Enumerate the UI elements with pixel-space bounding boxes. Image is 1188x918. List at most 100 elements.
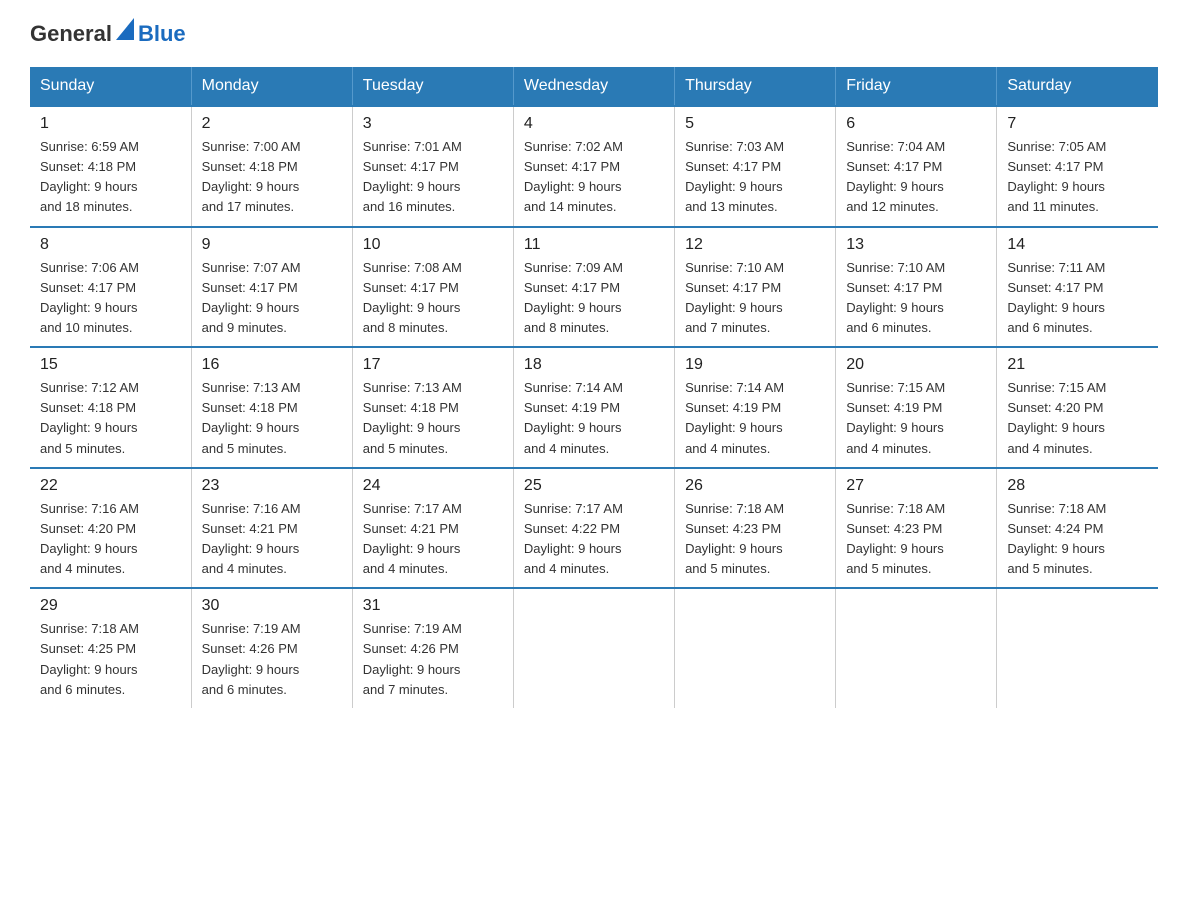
day-number: 25 [524, 477, 664, 495]
calendar-cell: 18 Sunrise: 7:14 AMSunset: 4:19 PMDayligh… [513, 347, 674, 468]
logo-triangle-icon [116, 18, 134, 40]
calendar-cell: 21 Sunrise: 7:15 AMSunset: 4:20 PMDayligh… [997, 347, 1158, 468]
calendar-cell: 31 Sunrise: 7:19 AMSunset: 4:26 PMDayligh… [352, 588, 513, 708]
header-saturday: Saturday [997, 67, 1158, 106]
day-number: 21 [1007, 356, 1148, 374]
calendar-cell: 16Sunrise: 7:13 AMSunset: 4:18 PMDayligh… [191, 347, 352, 468]
calendar-cell: 12Sunrise: 7:10 AMSunset: 4:17 PMDayligh… [675, 227, 836, 348]
day-info: Sunrise: 7:18 AMSunset: 4:24 PMDaylight:… [1007, 499, 1148, 580]
calendar-cell: 28 Sunrise: 7:18 AMSunset: 4:24 PMDayligh… [997, 468, 1158, 589]
calendar-cell [675, 588, 836, 708]
calendar-cell: 14 Sunrise: 7:11 AMSunset: 4:17 PMDayligh… [997, 227, 1158, 348]
calendar-cell: 29Sunrise: 7:18 AMSunset: 4:25 PMDayligh… [30, 588, 191, 708]
calendar-cell: 5Sunrise: 7:03 AMSunset: 4:17 PMDaylight… [675, 106, 836, 227]
day-info: Sunrise: 7:09 AMSunset: 4:17 PMDaylight:… [524, 258, 664, 339]
calendar-week-row: 1 Sunrise: 6:59 AMSunset: 4:18 PMDaylight… [30, 106, 1158, 227]
page-header: General Blue [30, 20, 1158, 47]
calendar-cell: 2 Sunrise: 7:00 AMSunset: 4:18 PMDaylight… [191, 106, 352, 227]
day-number: 7 [1007, 115, 1148, 133]
day-info: Sunrise: 6:59 AMSunset: 4:18 PMDaylight:… [40, 137, 181, 218]
header-monday: Monday [191, 67, 352, 106]
day-number: 16 [202, 356, 342, 374]
day-number: 30 [202, 597, 342, 615]
calendar-week-row: 29Sunrise: 7:18 AMSunset: 4:25 PMDayligh… [30, 588, 1158, 708]
day-info: Sunrise: 7:10 AMSunset: 4:17 PMDaylight:… [846, 258, 986, 339]
calendar-header-row: SundayMondayTuesdayWednesdayThursdayFrid… [30, 67, 1158, 106]
calendar-cell: 6Sunrise: 7:04 AMSunset: 4:17 PMDaylight… [836, 106, 997, 227]
header-sunday: Sunday [30, 67, 191, 106]
day-number: 17 [363, 356, 503, 374]
day-number: 19 [685, 356, 825, 374]
day-number: 5 [685, 115, 825, 133]
day-number: 13 [846, 236, 986, 254]
day-info: Sunrise: 7:15 AMSunset: 4:20 PMDaylight:… [1007, 378, 1148, 459]
header-wednesday: Wednesday [513, 67, 674, 106]
day-number: 2 [202, 115, 342, 133]
day-info: Sunrise: 7:07 AMSunset: 4:17 PMDaylight:… [202, 258, 342, 339]
calendar-cell: 3 Sunrise: 7:01 AMSunset: 4:17 PMDaylight… [352, 106, 513, 227]
day-info: Sunrise: 7:02 AMSunset: 4:17 PMDaylight:… [524, 137, 664, 218]
calendar-cell: 24Sunrise: 7:17 AMSunset: 4:21 PMDayligh… [352, 468, 513, 589]
day-number: 9 [202, 236, 342, 254]
day-info: Sunrise: 7:16 AMSunset: 4:20 PMDaylight:… [40, 499, 181, 580]
day-info: Sunrise: 7:14 AMSunset: 4:19 PMDaylight:… [685, 378, 825, 459]
day-info: Sunrise: 7:17 AMSunset: 4:22 PMDaylight:… [524, 499, 664, 580]
calendar-cell: 26Sunrise: 7:18 AMSunset: 4:23 PMDayligh… [675, 468, 836, 589]
day-number: 20 [846, 356, 986, 374]
header-tuesday: Tuesday [352, 67, 513, 106]
calendar-cell: 8Sunrise: 7:06 AMSunset: 4:17 PMDaylight… [30, 227, 191, 348]
calendar-cell: 1 Sunrise: 6:59 AMSunset: 4:18 PMDaylight… [30, 106, 191, 227]
calendar-cell: 4 Sunrise: 7:02 AMSunset: 4:17 PMDaylight… [513, 106, 674, 227]
day-info: Sunrise: 7:14 AMSunset: 4:19 PMDaylight:… [524, 378, 664, 459]
calendar-cell: 11 Sunrise: 7:09 AMSunset: 4:17 PMDayligh… [513, 227, 674, 348]
calendar-cell: 19 Sunrise: 7:14 AMSunset: 4:19 PMDayligh… [675, 347, 836, 468]
calendar-cell: 30 Sunrise: 7:19 AMSunset: 4:26 PMDayligh… [191, 588, 352, 708]
day-number: 29 [40, 597, 181, 615]
calendar-cell: 23 Sunrise: 7:16 AMSunset: 4:21 PMDayligh… [191, 468, 352, 589]
calendar-cell: 17 Sunrise: 7:13 AMSunset: 4:18 PMDayligh… [352, 347, 513, 468]
day-info: Sunrise: 7:17 AMSunset: 4:21 PMDaylight:… [363, 499, 503, 580]
header-thursday: Thursday [675, 67, 836, 106]
day-info: Sunrise: 7:13 AMSunset: 4:18 PMDaylight:… [363, 378, 503, 459]
day-number: 11 [524, 236, 664, 254]
day-info: Sunrise: 7:16 AMSunset: 4:21 PMDaylight:… [202, 499, 342, 580]
logo: General Blue [30, 20, 186, 47]
day-info: Sunrise: 7:05 AMSunset: 4:17 PMDaylight:… [1007, 137, 1148, 218]
day-number: 27 [846, 477, 986, 495]
calendar-cell: 7 Sunrise: 7:05 AMSunset: 4:17 PMDaylight… [997, 106, 1158, 227]
day-number: 10 [363, 236, 503, 254]
day-info: Sunrise: 7:06 AMSunset: 4:17 PMDaylight:… [40, 258, 181, 339]
day-number: 14 [1007, 236, 1148, 254]
calendar-cell: 22 Sunrise: 7:16 AMSunset: 4:20 PMDayligh… [30, 468, 191, 589]
day-info: Sunrise: 7:19 AMSunset: 4:26 PMDaylight:… [202, 619, 342, 700]
calendar-cell [997, 588, 1158, 708]
day-info: Sunrise: 7:15 AMSunset: 4:19 PMDaylight:… [846, 378, 986, 459]
calendar-cell: 10Sunrise: 7:08 AMSunset: 4:17 PMDayligh… [352, 227, 513, 348]
day-number: 18 [524, 356, 664, 374]
day-info: Sunrise: 7:01 AMSunset: 4:17 PMDaylight:… [363, 137, 503, 218]
calendar-cell: 27Sunrise: 7:18 AMSunset: 4:23 PMDayligh… [836, 468, 997, 589]
day-number: 22 [40, 477, 181, 495]
day-number: 15 [40, 356, 181, 374]
day-number: 28 [1007, 477, 1148, 495]
day-info: Sunrise: 7:10 AMSunset: 4:17 PMDaylight:… [685, 258, 825, 339]
calendar-week-row: 8Sunrise: 7:06 AMSunset: 4:17 PMDaylight… [30, 227, 1158, 348]
calendar-cell: 13 Sunrise: 7:10 AMSunset: 4:17 PMDayligh… [836, 227, 997, 348]
day-number: 23 [202, 477, 342, 495]
calendar-cell [836, 588, 997, 708]
calendar-week-row: 15Sunrise: 7:12 AMSunset: 4:18 PMDayligh… [30, 347, 1158, 468]
day-number: 6 [846, 115, 986, 133]
day-info: Sunrise: 7:11 AMSunset: 4:17 PMDaylight:… [1007, 258, 1148, 339]
calendar-cell [513, 588, 674, 708]
day-number: 4 [524, 115, 664, 133]
calendar-week-row: 22 Sunrise: 7:16 AMSunset: 4:20 PMDayligh… [30, 468, 1158, 589]
day-number: 31 [363, 597, 503, 615]
day-info: Sunrise: 7:00 AMSunset: 4:18 PMDaylight:… [202, 137, 342, 218]
day-info: Sunrise: 7:19 AMSunset: 4:26 PMDaylight:… [363, 619, 503, 700]
day-number: 1 [40, 115, 181, 133]
calendar-cell: 9 Sunrise: 7:07 AMSunset: 4:17 PMDaylight… [191, 227, 352, 348]
day-number: 3 [363, 115, 503, 133]
day-number: 26 [685, 477, 825, 495]
logo-blue-text: Blue [138, 21, 186, 46]
calendar-cell: 15Sunrise: 7:12 AMSunset: 4:18 PMDayligh… [30, 347, 191, 468]
